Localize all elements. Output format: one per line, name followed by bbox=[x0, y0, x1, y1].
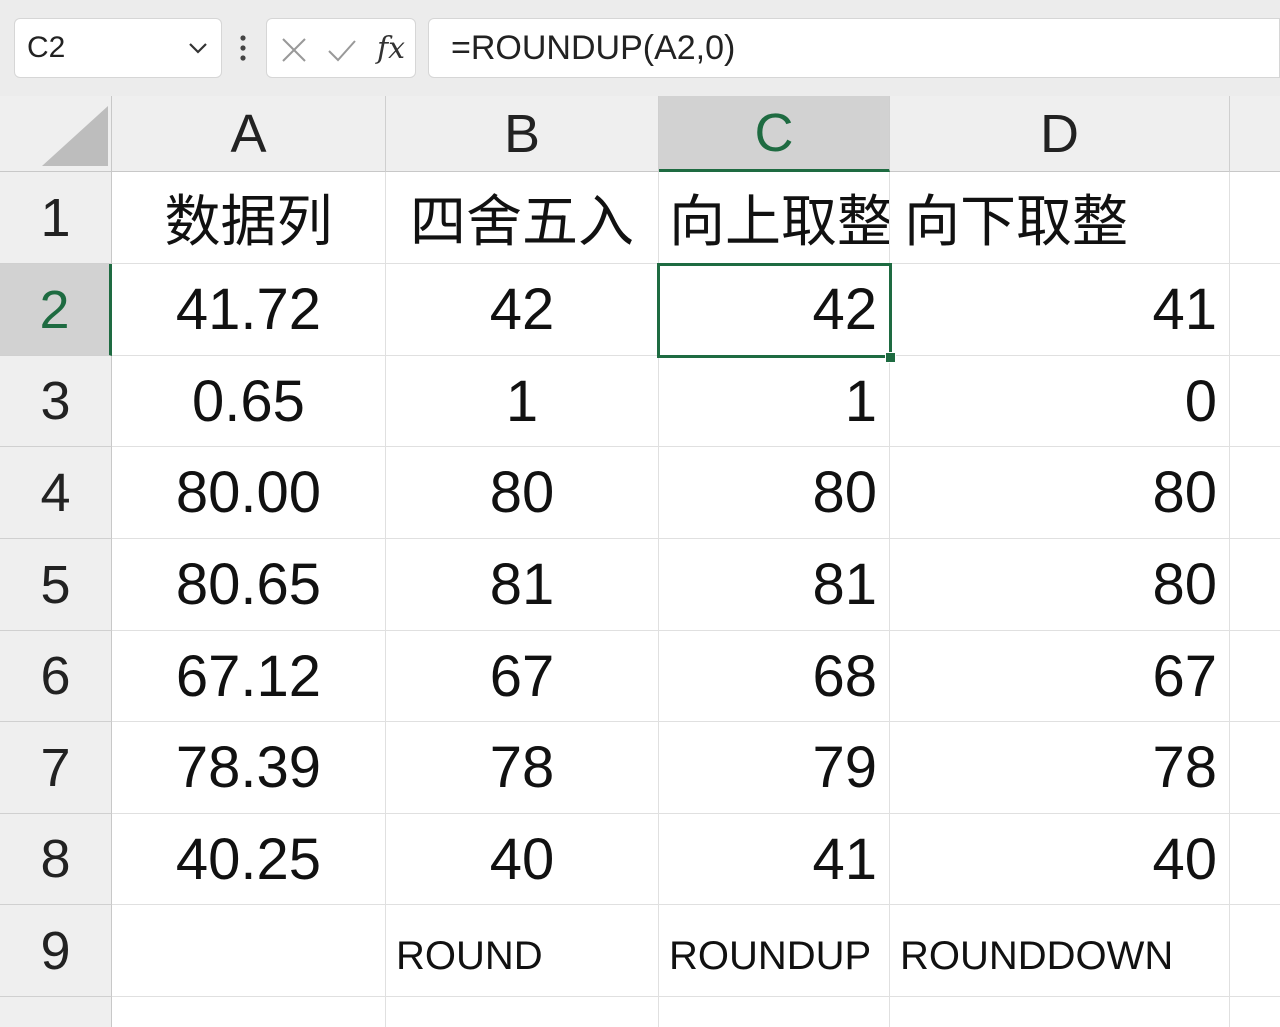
formula-buttons: fx bbox=[266, 18, 416, 78]
chevron-down-icon[interactable] bbox=[185, 35, 211, 61]
cell-c9[interactable]: ROUNDUP bbox=[659, 905, 890, 997]
cell-b8[interactable]: 40 bbox=[386, 814, 659, 905]
cell-a10[interactable] bbox=[112, 997, 386, 1027]
column-header-c[interactable]: C bbox=[659, 96, 890, 172]
row-header-9[interactable]: 9 bbox=[0, 905, 112, 997]
cell-d3[interactable]: 0 bbox=[890, 356, 1230, 447]
cell-e2[interactable] bbox=[1230, 264, 1280, 356]
insert-function-icon[interactable]: fx bbox=[377, 31, 405, 66]
cell-b6[interactable]: 67 bbox=[386, 631, 659, 722]
cell-c1[interactable]: 向上取整 bbox=[659, 172, 890, 264]
column-header-d[interactable]: D bbox=[890, 96, 1230, 172]
spreadsheet-grid: A B C D 1 2 3 4 5 6 7 8 9 数据列 四舍五入 向上取整 … bbox=[0, 96, 1280, 1027]
fill-handle[interactable] bbox=[885, 352, 896, 363]
cell-a9[interactable] bbox=[112, 905, 386, 997]
cell-a8[interactable]: 40.25 bbox=[112, 814, 386, 905]
cell-e5[interactable] bbox=[1230, 539, 1280, 631]
select-all-icon bbox=[42, 106, 108, 166]
cell-c10[interactable] bbox=[659, 997, 890, 1027]
cell-a5[interactable]: 80.65 bbox=[112, 539, 386, 631]
cell-d2[interactable]: 41 bbox=[890, 264, 1230, 356]
cell-c4[interactable]: 80 bbox=[659, 447, 890, 539]
cell-d8[interactable]: 40 bbox=[890, 814, 1230, 905]
name-box-value: C2 bbox=[27, 31, 66, 64]
cell-d1[interactable]: 向下取整 bbox=[890, 172, 1230, 264]
cell-d10[interactable] bbox=[890, 997, 1230, 1027]
cell-b9[interactable]: ROUND bbox=[386, 905, 659, 997]
cell-b1[interactable]: 四舍五入 bbox=[386, 172, 659, 264]
column-header-b[interactable]: B bbox=[386, 96, 659, 172]
row-header-7[interactable]: 7 bbox=[0, 722, 112, 814]
cell-e6[interactable] bbox=[1230, 631, 1280, 722]
row-header-6[interactable]: 6 bbox=[0, 631, 112, 722]
cell-e3[interactable] bbox=[1230, 356, 1280, 447]
cell-a6[interactable]: 67.12 bbox=[112, 631, 386, 722]
row-header-3[interactable]: 3 bbox=[0, 356, 112, 447]
cell-a2[interactable]: 41.72 bbox=[112, 264, 386, 356]
cell-e9[interactable] bbox=[1230, 905, 1280, 997]
cell-d6[interactable]: 67 bbox=[890, 631, 1230, 722]
cell-c7[interactable]: 79 bbox=[659, 722, 890, 814]
cell-b2[interactable]: 42 bbox=[386, 264, 659, 356]
cell-a7[interactable]: 78.39 bbox=[112, 722, 386, 814]
row-header-8[interactable]: 8 bbox=[0, 814, 112, 905]
formula-text: =ROUNDUP(A2,0) bbox=[451, 29, 736, 67]
cell-a1[interactable]: 数据列 bbox=[112, 172, 386, 264]
cell-e1[interactable] bbox=[1230, 172, 1280, 264]
cell-b3[interactable]: 1 bbox=[386, 356, 659, 447]
row-header-4[interactable]: 4 bbox=[0, 447, 112, 539]
formula-bar: C2 fx =ROUNDUP(A2,0) bbox=[0, 0, 1280, 96]
more-options-icon[interactable] bbox=[236, 30, 250, 66]
select-all-button[interactable] bbox=[0, 96, 112, 172]
cell-c6[interactable]: 68 bbox=[659, 631, 890, 722]
cell-b7[interactable]: 78 bbox=[386, 722, 659, 814]
row-header-1[interactable]: 1 bbox=[0, 172, 112, 264]
cell-d5[interactable]: 80 bbox=[890, 539, 1230, 631]
name-box[interactable]: C2 bbox=[14, 18, 222, 78]
cell-c3[interactable]: 1 bbox=[659, 356, 890, 447]
enter-check-icon[interactable] bbox=[325, 33, 359, 67]
cell-b4[interactable]: 80 bbox=[386, 447, 659, 539]
cell-c5[interactable]: 81 bbox=[659, 539, 890, 631]
row-header-5[interactable]: 5 bbox=[0, 539, 112, 631]
column-header-a[interactable]: A bbox=[112, 96, 386, 172]
cell-d4[interactable]: 80 bbox=[890, 447, 1230, 539]
cell-c8[interactable]: 41 bbox=[659, 814, 890, 905]
formula-input[interactable]: =ROUNDUP(A2,0) bbox=[428, 18, 1280, 78]
cell-e7[interactable] bbox=[1230, 722, 1280, 814]
row-header-2[interactable]: 2 bbox=[0, 264, 112, 356]
column-header-e[interactable] bbox=[1230, 96, 1280, 172]
cell-e4[interactable] bbox=[1230, 447, 1280, 539]
cancel-icon[interactable] bbox=[277, 33, 311, 67]
cell-c2[interactable]: 42 bbox=[659, 264, 890, 356]
row-header-10[interactable] bbox=[0, 997, 112, 1027]
cell-b5[interactable]: 81 bbox=[386, 539, 659, 631]
cell-d9[interactable]: ROUNDDOWN bbox=[890, 905, 1230, 997]
cell-a4[interactable]: 80.00 bbox=[112, 447, 386, 539]
cell-d7[interactable]: 78 bbox=[890, 722, 1230, 814]
cell-e8[interactable] bbox=[1230, 814, 1280, 905]
cell-a3[interactable]: 0.65 bbox=[112, 356, 386, 447]
cell-b10[interactable] bbox=[386, 997, 659, 1027]
